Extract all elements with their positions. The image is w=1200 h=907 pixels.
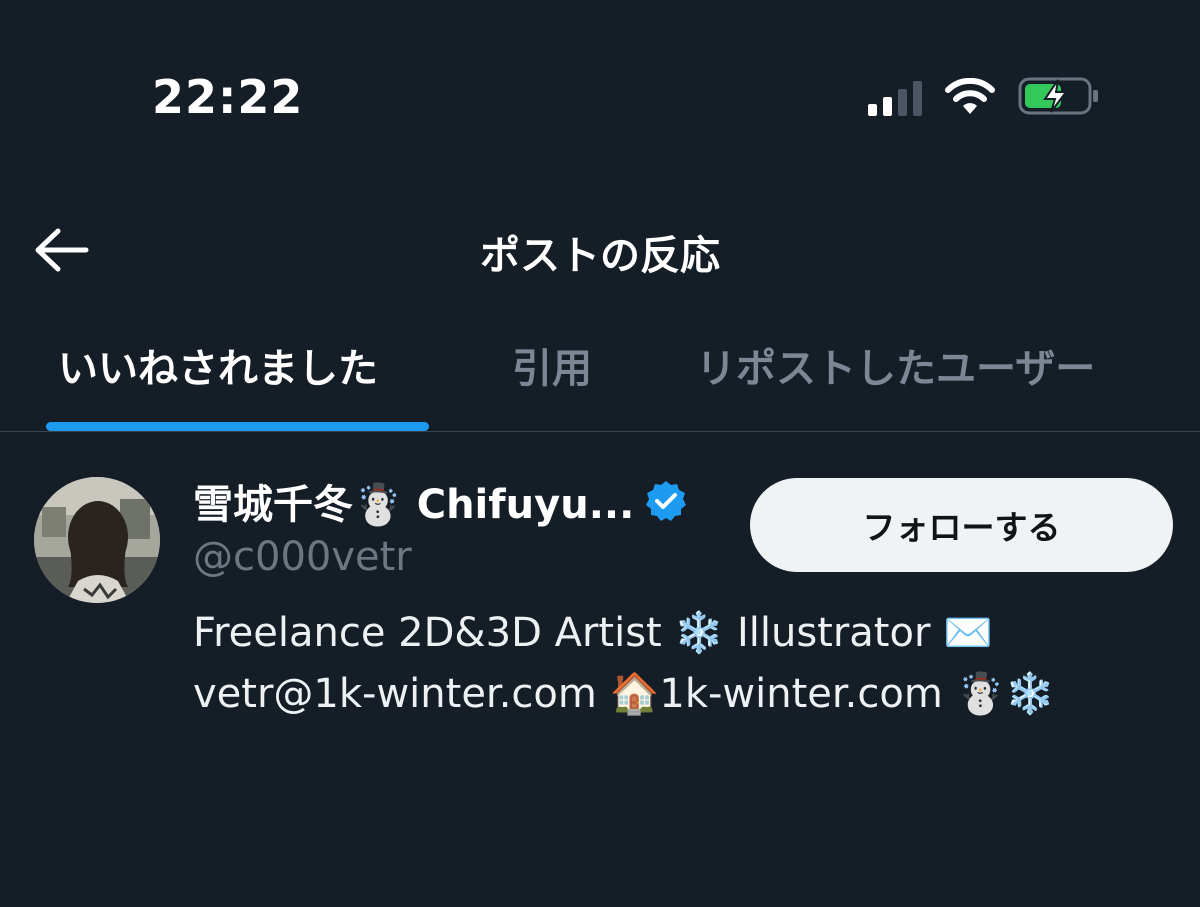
user-name-line[interactable]: 雪城千冬☃️ Chifuyu... <box>193 472 688 530</box>
tab-quotes[interactable]: 引用 <box>512 336 592 394</box>
bio-line: vetr@1k-winter.com 🏠1k-winter.com ☃️❄️ <box>193 671 1056 717</box>
bio-line: Freelance 2D&3D Artist ❄️ Illustrator ✉️ <box>193 610 993 656</box>
battery-charging-icon <box>1018 77 1098 115</box>
avatar[interactable] <box>34 477 160 603</box>
tabs-divider <box>0 431 1200 432</box>
active-tab-indicator <box>46 422 429 431</box>
status-icons <box>868 76 1100 116</box>
user-handle: @c000vetr <box>193 534 412 580</box>
avatar-image <box>34 477 160 603</box>
tab-reposts[interactable]: リポストしたユーザー <box>696 336 1095 394</box>
verified-badge-icon <box>646 481 687 521</box>
user-bio: Freelance 2D&3D Artist ❄️ Illustrator ✉️… <box>193 603 1178 725</box>
page-title: ポストの反応 <box>480 233 720 279</box>
follow-button[interactable]: フォローする <box>750 478 1173 572</box>
status-time: 22:22 <box>152 70 304 124</box>
cellular-signal-icon <box>868 80 922 116</box>
tab-likes[interactable]: いいねされました <box>58 336 378 394</box>
wifi-icon <box>945 78 995 114</box>
user-display-name: 雪城千冬☃️ Chifuyu... <box>193 482 635 528</box>
